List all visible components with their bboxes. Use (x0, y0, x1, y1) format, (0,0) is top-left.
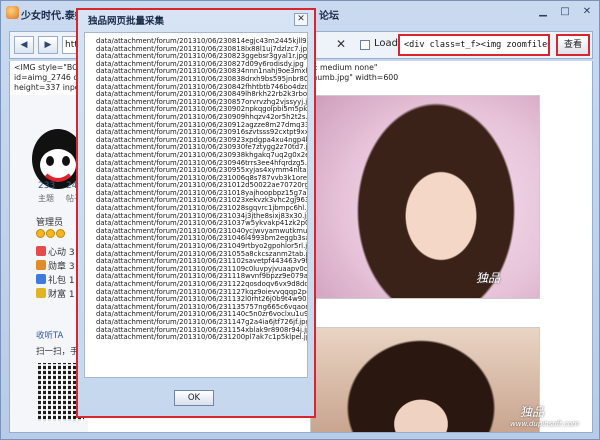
load-label: Load (374, 38, 398, 49)
sun-icon (46, 229, 55, 238)
heart-icon (36, 246, 46, 256)
wealth-row: 财富 1 (36, 287, 75, 300)
rank-badges (36, 229, 66, 241)
maximize-icon[interactable]: □ (557, 5, 573, 19)
ok-button[interactable]: OK (174, 390, 214, 406)
post-photo[interactable] (300, 95, 540, 299)
back-button[interactable]: ◀ (14, 36, 34, 54)
gift-row: 礼包 1 (36, 273, 75, 286)
batch-collect-dialog: 独品网页批量采集 ✕ data/attachment/forum/201310/… (76, 8, 316, 418)
follow-link[interactable]: 收听TA (36, 329, 63, 341)
path-list-box[interactable]: data/attachment/forum/201310/06/230814eg… (84, 32, 308, 378)
topic-label: 主题 (38, 194, 54, 203)
gift-icon (36, 274, 46, 284)
sun-icon (36, 229, 45, 238)
view-button[interactable]: 查看 (556, 34, 590, 56)
watermark: 独品 (520, 405, 545, 419)
post-photo[interactable] (310, 327, 540, 432)
tag-search-input[interactable]: <div class=t_f><img zoomfile=> (398, 34, 550, 56)
coin-icon (36, 288, 46, 298)
medal-icon (36, 260, 46, 270)
close-icon[interactable]: ✕ (294, 13, 308, 26)
forum-title: 论坛 (319, 11, 339, 22)
dialog-title-bar: 独品网页批量采集 ✕ (78, 10, 314, 28)
load-checkbox[interactable] (360, 40, 370, 50)
medal-row: 勋章 3 (36, 259, 75, 272)
topic-count: 233 (38, 181, 56, 191)
path-list: data/attachment/forum/201310/06/230814eg… (85, 33, 307, 342)
user-group-label: 管理员 (36, 218, 64, 228)
stop-icon[interactable]: ✕ (332, 36, 350, 54)
app-logo-icon (6, 6, 19, 19)
close-icon[interactable]: ✕ (579, 5, 595, 19)
scan-hint: 扫一扫，手 (36, 347, 79, 357)
sun-icon (56, 229, 65, 238)
minimize-icon[interactable]: ▁ (535, 5, 551, 19)
list-item: data/attachment/forum/201310/06/231200pl… (96, 333, 308, 342)
dialog-title: 独品网页批量采集 (88, 16, 165, 27)
watermark: 独品 (476, 271, 501, 285)
watermark-url: www.dupinsoft.com (510, 420, 579, 428)
heart-row: 心动 3 (36, 245, 75, 258)
forward-button[interactable]: ▶ (38, 36, 58, 54)
